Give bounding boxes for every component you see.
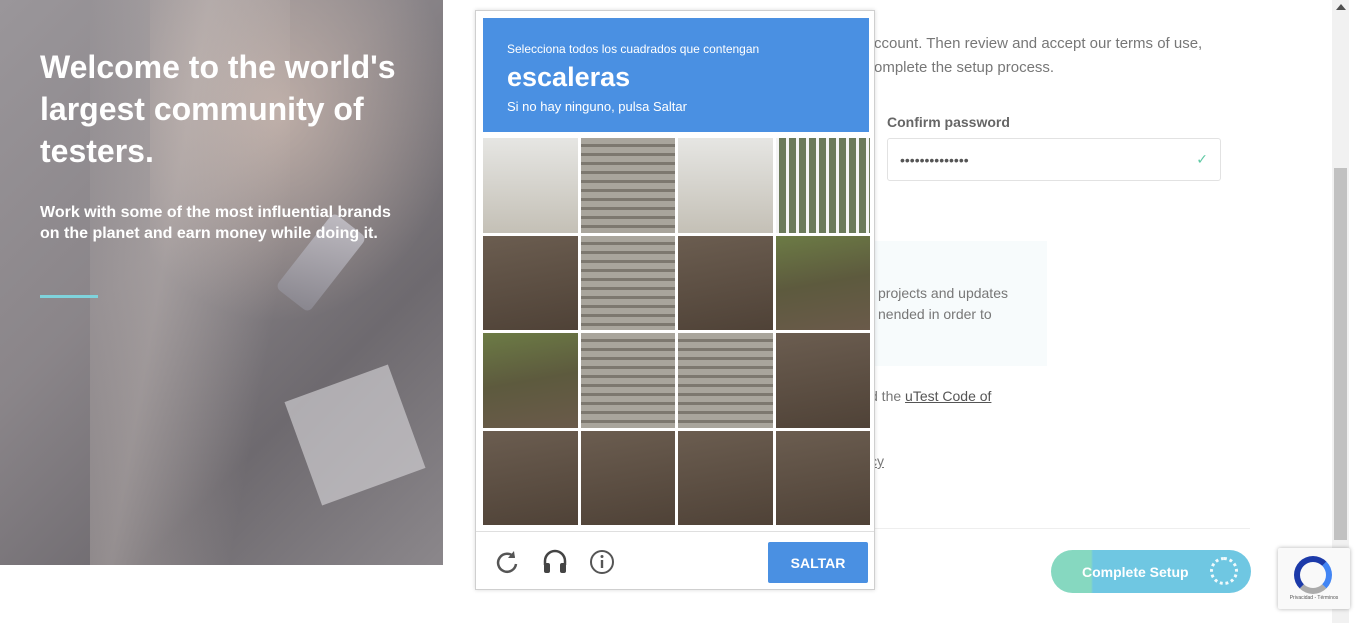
info-icon[interactable]: [589, 549, 615, 575]
captcha-tile[interactable]: [775, 333, 870, 428]
confirm-password-field[interactable]: •••••••••••••• ✓: [887, 138, 1221, 181]
code-prefix: d the: [870, 388, 906, 404]
captcha-tile[interactable]: [678, 333, 773, 428]
code-of-conduct-text: d the uTest Code of: [870, 388, 991, 404]
captcha-tile[interactable]: [483, 430, 578, 525]
captcha-target: escaleras: [507, 62, 631, 92]
notice-text: projects and updates nended in order to: [878, 285, 1008, 322]
hero-accent-rule: [40, 295, 98, 298]
captcha-header: Selecciona todos los cuadrados que conte…: [483, 18, 869, 132]
reload-icon[interactable]: [494, 549, 520, 575]
captcha-tile[interactable]: [678, 138, 773, 233]
hero-panel: Welcome to the world's largest community…: [0, 0, 443, 565]
form-intro-line1: ccount. Then review and accept our terms…: [874, 35, 1203, 52]
captcha-tile[interactable]: [580, 235, 675, 330]
scroll-up-arrow-icon[interactable]: [1336, 4, 1346, 10]
headphones-icon-svg: [543, 549, 567, 573]
captcha-tile[interactable]: [580, 333, 675, 428]
captcha-skip-hint: Si no hay ninguno, pulsa Saltar: [507, 99, 687, 114]
form-intro: ccount. Then review and accept our terms…: [874, 32, 1244, 80]
recaptcha-logo-icon: [1294, 556, 1332, 594]
skip-button[interactable]: SALTAR: [768, 542, 868, 583]
captcha-tile[interactable]: [483, 333, 578, 428]
recaptcha-badge[interactable]: Privacidad - Términos: [1278, 548, 1350, 609]
complete-setup-label: Complete Setup: [1082, 563, 1189, 580]
check-icon: ✓: [1196, 151, 1208, 167]
captcha-tile[interactable]: [775, 235, 870, 330]
recaptcha-links[interactable]: Privacidad - Términos: [1278, 595, 1350, 601]
captcha-tile[interactable]: [483, 235, 578, 330]
captcha-grid: [483, 138, 870, 525]
captcha-tile[interactable]: [678, 430, 773, 525]
captcha-tile[interactable]: [580, 430, 675, 525]
headphones-icon[interactable]: [542, 549, 568, 575]
captcha-footer: SALTAR: [476, 531, 874, 589]
hero-subtitle: Work with some of the most influential b…: [40, 204, 391, 242]
captcha-tile[interactable]: [775, 138, 870, 233]
captcha-tile[interactable]: [483, 138, 578, 233]
captcha-tile[interactable]: [678, 235, 773, 330]
scroll-thumb[interactable]: [1334, 168, 1347, 540]
captcha-challenge: Selecciona todos los cuadrados que conte…: [475, 10, 875, 590]
code-of-conduct-link[interactable]: uTest Code of: [905, 388, 991, 404]
confirm-password-label: Confirm password: [887, 114, 1010, 130]
captcha-tile[interactable]: [775, 430, 870, 525]
form-intro-line2: omplete the setup process.: [874, 59, 1055, 76]
info-icon-svg: [590, 550, 614, 574]
loading-spinner-icon: [1210, 557, 1238, 585]
reload-icon-svg: [496, 551, 518, 573]
confirm-password-value: ••••••••••••••: [900, 151, 969, 168]
form-divider: [870, 528, 1250, 529]
hero-image-paper: [284, 364, 426, 506]
captcha-instruction: Selecciona todos los cuadrados que conte…: [507, 42, 760, 56]
captcha-tile[interactable]: [580, 138, 675, 233]
hero-title: Welcome to the world's largest community…: [40, 49, 396, 169]
